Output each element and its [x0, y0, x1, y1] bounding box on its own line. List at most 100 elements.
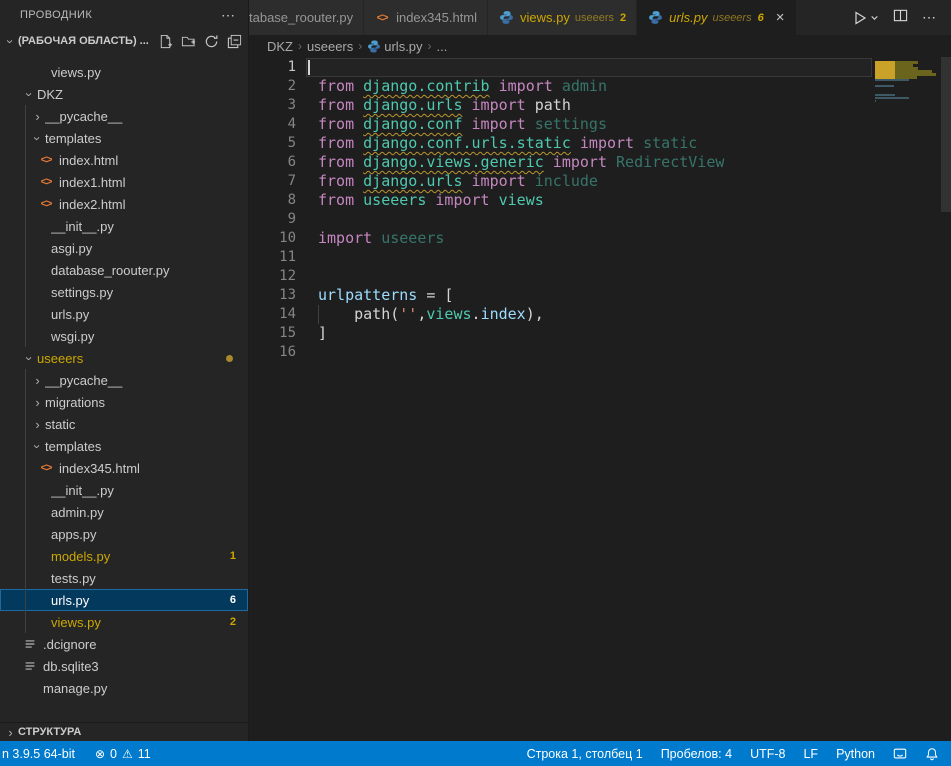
code-line-14[interactable]: path('',views.index),: [318, 305, 873, 324]
scrollbar[interactable]: [941, 57, 951, 741]
tree-item-views.py[interactable]: views.py2: [0, 611, 248, 633]
tab-folder-hint: useeers: [575, 12, 614, 24]
tab-label: tabase_roouter.py: [249, 10, 353, 25]
code-line-4[interactable]: from django.conf import settings: [318, 115, 873, 134]
line-number: 8: [249, 191, 296, 210]
code-line-16[interactable]: [318, 343, 873, 362]
python-icon: [367, 39, 381, 53]
explorer-more-actions-icon[interactable]: ⋯: [221, 7, 236, 24]
code-line-15[interactable]: ]: [318, 324, 873, 343]
split-editor-icon[interactable]: [893, 8, 908, 28]
tree-item-wsgi.py[interactable]: wsgi.py: [0, 325, 248, 347]
tab-urls.py[interactable]: urls.pyuseeers6×: [637, 0, 797, 35]
tab-tabase-roouter.py[interactable]: tabase_roouter.py: [249, 0, 364, 35]
run-python-file-button[interactable]: [852, 10, 879, 26]
tree-item-static[interactable]: ›static: [0, 413, 248, 435]
tree-item-urls.py[interactable]: urls.py6: [0, 589, 248, 611]
indentation[interactable]: Пробелов: 4: [661, 747, 732, 761]
tree-item-tests.py[interactable]: tests.py: [0, 567, 248, 589]
code-token: from: [318, 172, 363, 190]
file-tree: views.py›DKZ›__pycache__›templates<>inde…: [0, 52, 248, 722]
tree-item-.dcignore[interactable]: .dcignore: [0, 633, 248, 655]
breadcrumb-item-...[interactable]: ...: [437, 39, 448, 54]
tab-index345.html[interactable]: <>index345.html: [364, 0, 488, 35]
code-line-10[interactable]: import useeers: [318, 229, 873, 248]
code-line-13[interactable]: urlpatterns = [: [318, 286, 873, 305]
encoding[interactable]: UTF-8: [750, 747, 785, 761]
new-file-icon[interactable]: [158, 34, 173, 49]
tree-item-useeers[interactable]: ›useeers: [0, 347, 248, 369]
tree-item-admin.py[interactable]: admin.py: [0, 501, 248, 523]
code-line-12[interactable]: [318, 267, 873, 286]
workspace-section-header[interactable]: › (РАБОЧАЯ ОБЛАСТЬ) ...: [0, 30, 248, 52]
close-icon[interactable]: ×: [774, 9, 787, 26]
minimap[interactable]: [873, 57, 941, 177]
tree-item-asgi.py[interactable]: asgi.py: [0, 237, 248, 259]
collapse-folders-icon[interactable]: [227, 34, 242, 49]
editor-more-actions-icon[interactable]: ⋯: [922, 9, 937, 26]
file-name: templates: [45, 439, 248, 454]
eol[interactable]: LF: [803, 747, 818, 761]
notifications-bell-icon[interactable]: [925, 747, 939, 761]
chevron-down-icon: ›: [30, 131, 45, 146]
tree-item-database-roouter.py[interactable]: database_roouter.py: [0, 259, 248, 281]
new-folder-icon[interactable]: [181, 34, 196, 49]
tree-item-apps.py[interactable]: apps.py: [0, 523, 248, 545]
scrollbar-thumb[interactable]: [941, 57, 951, 212]
breadcrumb-item-DKZ[interactable]: DKZ: [267, 39, 293, 54]
tree-item-templates[interactable]: ›templates: [0, 127, 248, 149]
tree-item-migrations[interactable]: ›migrations: [0, 391, 248, 413]
tab-views.py[interactable]: views.pyuseeers2: [488, 0, 637, 35]
tree-item-urls.py[interactable]: urls.py: [0, 303, 248, 325]
code-line-11[interactable]: [318, 248, 873, 267]
minimap-warning-line: [875, 61, 918, 63]
py-file-icon: [30, 306, 46, 322]
tree-item-index1.html[interactable]: <>index1.html: [0, 171, 248, 193]
tree-item-index345.html[interactable]: <>index345.html: [0, 457, 248, 479]
breadcrumb-separator-icon: ›: [426, 39, 434, 53]
tree-item-views.py[interactable]: views.py: [0, 61, 248, 83]
breadcrumb-item-urls.py[interactable]: urls.py: [367, 39, 422, 54]
tree-item-models.py[interactable]: models.py1: [0, 545, 248, 567]
code-line-6[interactable]: from django.views.generic import Redirec…: [318, 153, 873, 172]
code-line-3[interactable]: from django.urls import path: [318, 96, 873, 115]
tree-item-templates[interactable]: ›templates: [0, 435, 248, 457]
cursor-position[interactable]: Строка 1, столбец 1: [527, 747, 643, 761]
code-token: '': [399, 305, 417, 323]
file-name: urls.py: [51, 593, 230, 608]
code-token: django.urls: [363, 172, 462, 190]
file-name: __pycache__: [45, 109, 248, 124]
feedback-icon[interactable]: [893, 747, 907, 761]
tree-item-index.html[interactable]: <>index.html: [0, 149, 248, 171]
tree-item-settings.py[interactable]: settings.py: [0, 281, 248, 303]
warning-count: 11: [138, 747, 151, 761]
tree-item-manage.py[interactable]: manage.py: [0, 677, 248, 699]
code-line-9[interactable]: [318, 210, 873, 229]
breadcrumb-item-useeers[interactable]: useeers: [307, 39, 353, 54]
problems-indicator[interactable]: ⊗ 0 ⚠ 11: [95, 747, 151, 761]
refresh-icon[interactable]: [204, 34, 219, 49]
py-file-icon: [30, 614, 46, 630]
code-line-8[interactable]: from useeers import views: [318, 191, 873, 210]
tree-item--init-.py[interactable]: __init__.py: [0, 479, 248, 501]
tree-item-index2.html[interactable]: <>index2.html: [0, 193, 248, 215]
tree-item--pycache-[interactable]: ›__pycache__: [0, 369, 248, 391]
explorer-sidebar: ПРОВОДНИК ⋯ › (РАБОЧАЯ ОБЛАСТЬ) ... view…: [0, 0, 249, 741]
line-number-gutter: 12345678910111213141516: [249, 58, 296, 362]
python-version[interactable]: n 3.9.5 64-bit: [2, 747, 75, 761]
code-line-2[interactable]: from django.contrib import admin: [318, 77, 873, 96]
language-mode[interactable]: Python: [836, 747, 875, 761]
tree-item--pycache-[interactable]: ›__pycache__: [0, 105, 248, 127]
line-number: 1: [249, 58, 296, 77]
file-name: apps.py: [51, 527, 248, 542]
code-editor[interactable]: 12345678910111213141516 from django.cont…: [249, 57, 951, 741]
py-file-icon: [30, 218, 46, 234]
code-line-7[interactable]: from django.urls import include: [318, 172, 873, 191]
tree-item-db.sqlite3[interactable]: db.sqlite3: [0, 655, 248, 677]
tree-item--init-.py[interactable]: __init__.py: [0, 215, 248, 237]
outline-section-header[interactable]: › СТРУКТУРА: [0, 722, 248, 741]
file-name: index345.html: [59, 461, 248, 476]
tree-item-DKZ[interactable]: ›DKZ: [0, 83, 248, 105]
code-line-5[interactable]: from django.conf.urls.static import stat…: [318, 134, 873, 153]
code-line-1[interactable]: [318, 58, 873, 77]
